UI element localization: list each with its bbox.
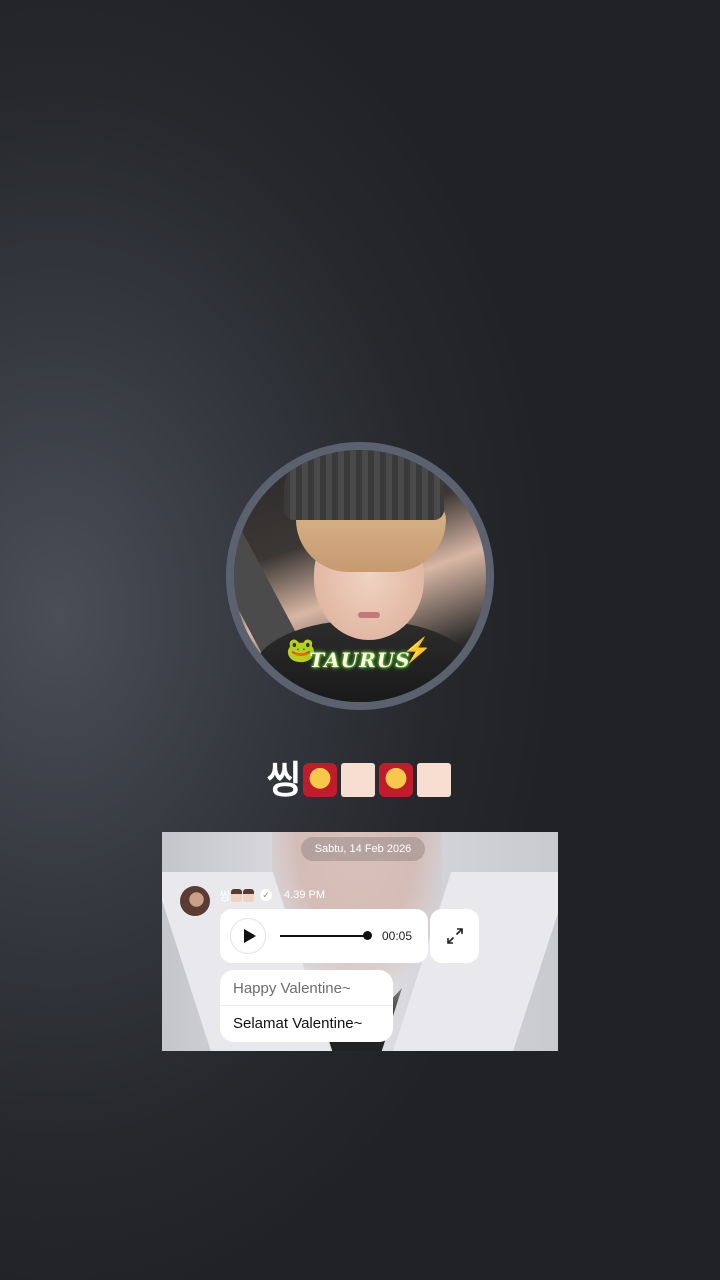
display-name: 씽 <box>0 758 720 802</box>
caption-translated: Selamat Valentine~ <box>233 1015 363 1032</box>
play-button[interactable] <box>230 918 266 954</box>
display-name-text: 씽 <box>266 758 302 802</box>
audio-progress-track[interactable] <box>280 931 372 940</box>
date-label: Sabtu, 14 Feb 2026 <box>301 837 425 861</box>
message-time: 4.39 PM <box>284 889 326 901</box>
expand-button[interactable] <box>430 909 479 963</box>
sender-row: 씽 ✓ 4.39 PM <box>219 886 325 904</box>
vampire-emoji-icon <box>303 763 338 797</box>
skin-tone-emoji-icon <box>341 763 376 797</box>
mouth <box>358 612 380 618</box>
caption-original: Happy Valentine~ <box>220 970 393 1006</box>
sender-name: 씽 <box>219 887 255 904</box>
caption-bubble[interactable]: Happy Valentine~ Selamat Valentine~ <box>220 970 393 1042</box>
profile-avatar[interactable]: 🐸 ⚡ TAURUS <box>226 442 494 710</box>
person-emoji-icon <box>243 888 255 902</box>
play-icon <box>243 929 256 943</box>
vampire-emoji-icon <box>379 763 414 797</box>
audio-duration: 00:05 <box>382 929 413 943</box>
sender-avatar[interactable] <box>180 886 210 916</box>
beanie <box>284 450 444 520</box>
skin-tone-emoji-icon <box>417 763 452 797</box>
person-emoji-icon <box>231 888 243 902</box>
avatar-overlay-text: TAURUS <box>309 648 411 672</box>
profile-photo: 🐸 ⚡ TAURUS <box>234 450 486 702</box>
expand-icon <box>446 928 463 944</box>
verified-badge-icon: ✓ <box>260 889 273 901</box>
voice-message[interactable]: 00:05 <box>220 909 428 963</box>
message-preview[interactable]: Sabtu, 14 Feb 2026 씽 ✓ 4.39 PM 00:05 Hap… <box>162 832 558 1051</box>
audio-progress-knob[interactable] <box>363 931 372 940</box>
